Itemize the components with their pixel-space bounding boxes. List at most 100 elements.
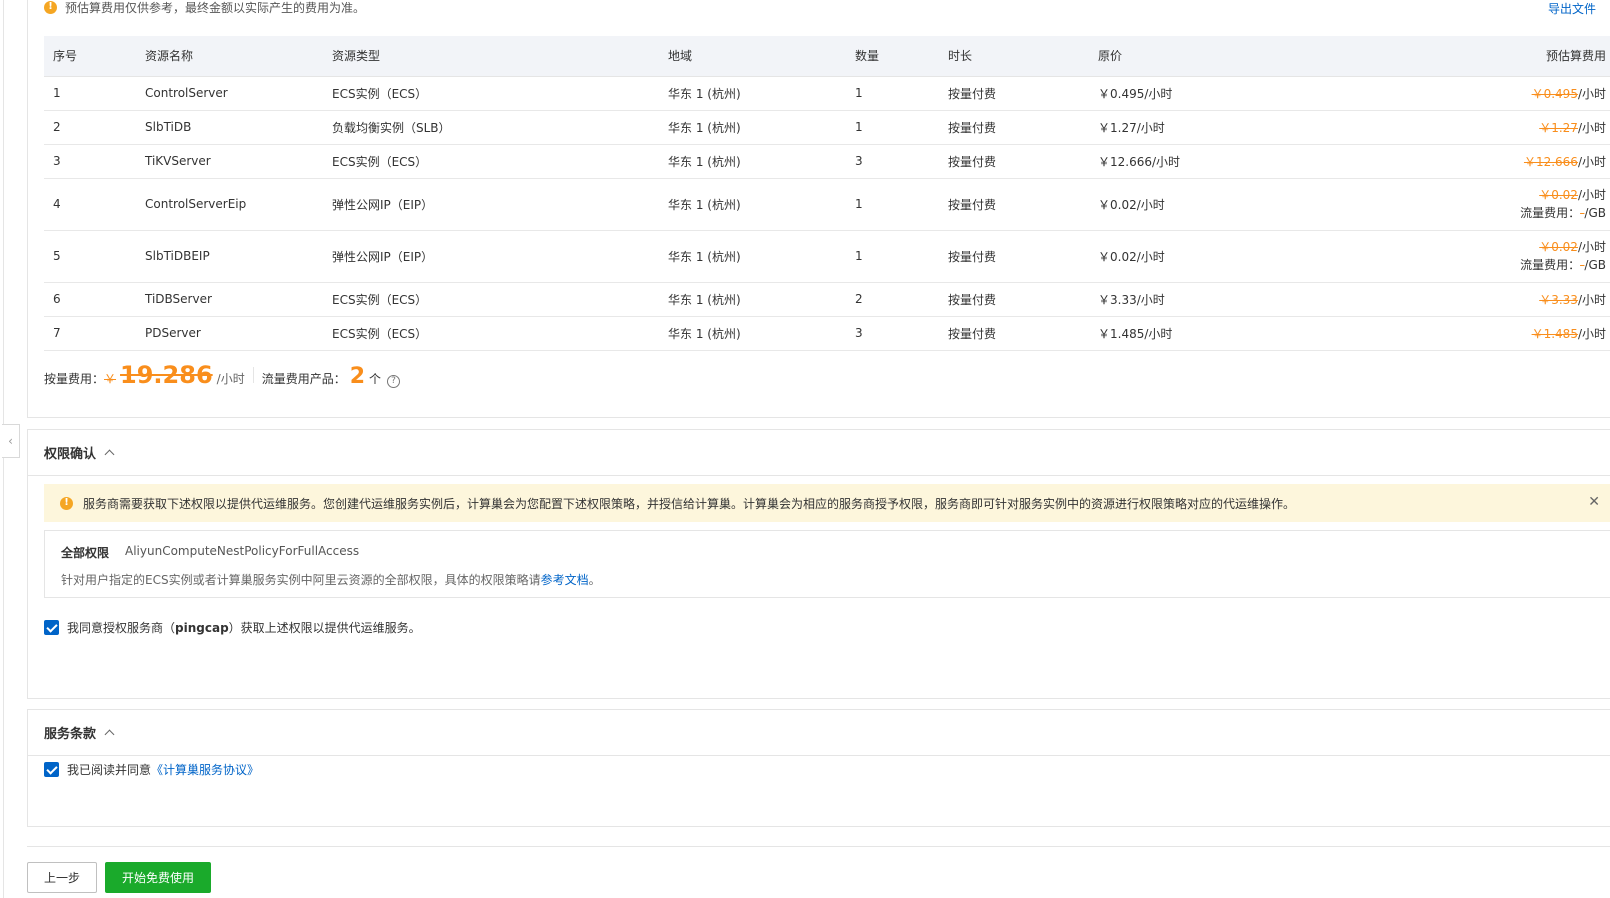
start-free-button[interactable]: 开始免费使用 [105, 862, 211, 893]
cell-estimate: ￥1.485/小时 [1289, 316, 1610, 351]
estimate-unit: /小时 [1577, 120, 1606, 135]
cell-estimate: ￥1.27/小时 [1289, 110, 1610, 145]
cell-duration: 按量付费 [939, 230, 1089, 283]
permission-policy: AliyunComputeNestPolicyForFullAccess [125, 544, 360, 558]
cell-no: 5 [44, 230, 136, 283]
agree-vendor: pingcap [175, 621, 229, 635]
cell-duration: 按量付费 [939, 282, 1089, 317]
table-header-row: 序号 资源名称 资源类型 地域 数量 时长 原价 预估算费用 [44, 36, 1610, 77]
cell-qty: 1 [846, 178, 939, 231]
permission-desc-text: 针对用户指定的ECS实例或者计算巢服务实例中阿里云资源的全部权限，具体的权限策略… [61, 573, 541, 587]
flow-fee-label: 流量费用： [1520, 206, 1581, 220]
cost-panel: ! 预估算费用仅供参考，最终金额以实际产生的费用为准。 导出文件 序号 资源名称… [27, 0, 1610, 418]
terms-agree-row: 我已阅读并同意《计算巢服务协议》 [44, 761, 259, 778]
flow-fee-label: 流量费用： [1520, 258, 1581, 272]
cell-region: 华东 1 (杭州) [659, 144, 846, 179]
cell-name: TiDBServer [136, 282, 323, 317]
estimate-value: ￥0.02 [1539, 240, 1578, 254]
service-agreement-link[interactable]: 《计算巢服务协议》 [151, 763, 259, 777]
cell-duration: 按量付费 [939, 144, 1089, 179]
cell-duration: 按量付费 [939, 110, 1089, 145]
permission-agree-checkbox[interactable] [44, 620, 59, 635]
table-row: 5 SlbTiDBEIP 弹性公网IP（EIP） 华东 1 (杭州) 1 按量付… [44, 230, 1610, 283]
permission-panel: 权限确认 ! 服务商需要获取下述权限以提供代运维服务。您创建代运维服务实例后，计… [27, 429, 1610, 699]
flow-fee-unit: /GB [1584, 258, 1606, 272]
cell-qty: 1 [846, 76, 939, 111]
prev-step-button[interactable]: 上一步 [27, 862, 97, 893]
cell-type: ECS实例（ECS） [323, 144, 659, 179]
help-icon[interactable]: ? [387, 374, 401, 388]
terms-panel: 服务条款 我已阅读并同意《计算巢服务协议》 [27, 709, 1610, 827]
estimate-unit: /小时 [1577, 292, 1606, 307]
cell-price: ￥1.27/小时 [1089, 110, 1289, 145]
permission-agree-row: 我同意授权服务商（pingcap）获取上述权限以提供代运维服务。 [44, 619, 421, 636]
cell-no: 2 [44, 110, 136, 145]
terms-title: 服务条款 [44, 727, 97, 742]
cost-summary: 按量费用： ￥ 19.286 /小时 流量费用产品： 2 个 ? [44, 361, 401, 389]
estimate-value: ￥0.495 [1531, 86, 1578, 101]
terms-agree-checkbox[interactable] [44, 762, 59, 777]
cell-price: ￥0.02/小时 [1089, 230, 1289, 283]
chevron-up-icon [104, 449, 115, 460]
table-row: 6 TiDBServer ECS实例（ECS） 华东 1 (杭州) 2 按量付费… [44, 282, 1610, 317]
cell-name: ControlServer [136, 76, 323, 111]
permission-section-header[interactable]: 权限确认 [28, 430, 1610, 476]
summary-label: 按量费用： [44, 372, 105, 386]
col-header-duration: 时长 [939, 36, 1089, 77]
cell-region: 华东 1 (杭州) [659, 282, 846, 317]
col-header-estimate: 预估算费用 [1289, 36, 1610, 77]
estimate-unit: /小时 [1577, 188, 1606, 202]
cell-type: ECS实例（ECS） [323, 282, 659, 317]
cell-type: ECS实例（ECS） [323, 76, 659, 111]
col-header-type: 资源类型 [323, 36, 659, 77]
cell-qty: 1 [846, 230, 939, 283]
permission-box: 全部权限 AliyunComputeNestPolicyForFullAcces… [44, 530, 1610, 598]
chevron-up-icon [104, 729, 115, 740]
reference-doc-link[interactable]: 参考文档 [541, 573, 589, 587]
cell-estimate: ￥0.02/小时 流量费用：-/GB [1289, 178, 1610, 231]
cell-qty: 1 [846, 110, 939, 145]
terms-agree-pre: 我已阅读并同意 [67, 763, 152, 777]
terms-section-header[interactable]: 服务条款 [28, 710, 1610, 756]
cell-estimate: ￥0.495/小时 [1289, 76, 1610, 111]
cell-region: 华东 1 (杭州) [659, 316, 846, 351]
summary-flow-label: 流量费用产品： [261, 372, 346, 386]
divider [252, 367, 254, 383]
cell-qty: 3 [846, 316, 939, 351]
cell-name: TiKVServer [136, 144, 323, 179]
collapse-sidebar-button[interactable]: ‹ [2, 424, 20, 458]
cell-no: 3 [44, 144, 136, 179]
estimate-value: ￥3.33 [1539, 292, 1578, 307]
cost-notice: ! 预估算费用仅供参考，最终金额以实际产生的费用为准。 [44, 0, 365, 15]
cell-region: 华东 1 (杭州) [659, 178, 846, 231]
export-file-link[interactable]: 导出文件 [1548, 0, 1596, 17]
table-row: 7 PDServer ECS实例（ECS） 华东 1 (杭州) 3 按量付费 ￥… [44, 316, 1610, 351]
cell-no: 1 [44, 76, 136, 111]
estimate-value: ￥12.666 [1523, 154, 1578, 169]
cell-name: SlbTiDBEIP [136, 230, 323, 283]
cell-duration: 按量付费 [939, 316, 1089, 351]
cell-estimate: ￥3.33/小时 [1289, 282, 1610, 317]
summary-total: 19.286 [120, 361, 213, 389]
summary-flow-unit: 个 [369, 372, 382, 386]
permission-desc-end: 。 [588, 573, 601, 587]
agree-pre: 我同意授权服务商（ [67, 621, 176, 635]
agree-post: ）获取上述权限以提供代运维服务。 [228, 621, 421, 635]
cost-table: 序号 资源名称 资源类型 地域 数量 时长 原价 预估算费用 1 Control… [44, 36, 1610, 351]
cell-no: 7 [44, 316, 136, 351]
estimate-value: ￥1.27 [1539, 120, 1578, 135]
col-header-qty: 数量 [846, 36, 939, 77]
footer-divider [27, 846, 1610, 847]
cell-region: 华东 1 (杭州) [659, 230, 846, 283]
cell-no: 6 [44, 282, 136, 317]
cell-type: 弹性公网IP（EIP） [323, 230, 659, 283]
permission-desc: 针对用户指定的ECS实例或者计算巢服务实例中阿里云资源的全部权限，具体的权限策略… [61, 571, 601, 588]
col-header-region: 地域 [659, 36, 846, 77]
cell-price: ￥0.02/小时 [1089, 178, 1289, 231]
cell-duration: 按量付费 [939, 178, 1089, 231]
close-icon[interactable]: ✕ [1588, 494, 1600, 510]
cell-price: ￥12.666/小时 [1089, 144, 1289, 179]
cell-name: SlbTiDB [136, 110, 323, 145]
warning-icon: ! [60, 496, 73, 510]
estimate-value: ￥1.485 [1531, 326, 1578, 341]
